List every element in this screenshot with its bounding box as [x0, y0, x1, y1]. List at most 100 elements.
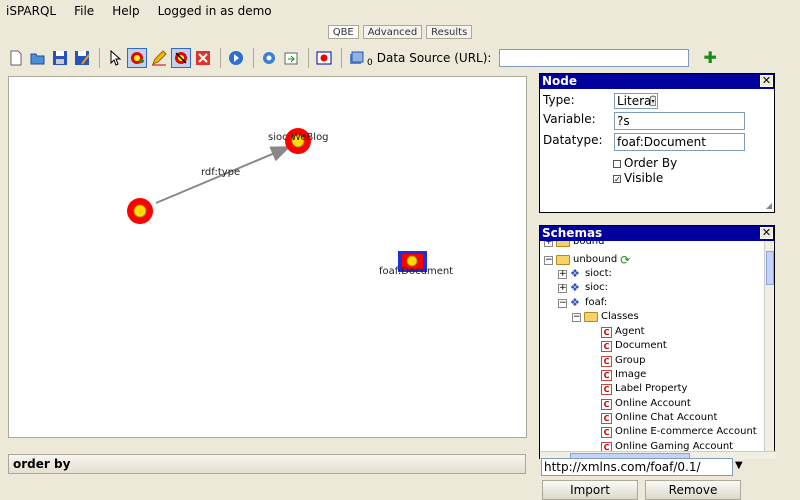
- remove-button[interactable]: Remove: [645, 480, 741, 500]
- dataset-count: 0: [367, 58, 373, 68]
- data-source-label: Data Source (URL):: [376, 51, 492, 65]
- schemas-panel-title-text: Schemas: [542, 226, 603, 240]
- expand-icon[interactable]: +: [558, 269, 567, 279]
- toolbar-separator: [341, 48, 342, 68]
- class-item[interactable]: C Label Property: [601, 382, 687, 396]
- class-label: Online Chat Account: [615, 412, 718, 423]
- visible-checkbox[interactable]: ✓: [613, 174, 621, 183]
- tree-label: foaf:: [585, 297, 608, 308]
- node-panel-title: Node ✕: [540, 74, 774, 89]
- tree-node-classes[interactable]: − Classes: [572, 310, 639, 324]
- run-icon[interactable]: [226, 48, 246, 68]
- add-node-icon[interactable]: [127, 48, 147, 68]
- class-label: Agent: [615, 326, 645, 337]
- folder-icon: [584, 312, 598, 322]
- class-item[interactable]: C Online E-commerce Account: [601, 425, 757, 439]
- expand-icon[interactable]: +: [544, 241, 553, 247]
- class-item[interactable]: C Online Account: [601, 397, 691, 411]
- delete-icon[interactable]: [193, 48, 213, 68]
- type-select[interactable]: Literal ▾: [614, 93, 658, 109]
- class-label: Document: [615, 340, 667, 351]
- tree-label: sioc:: [585, 282, 608, 293]
- class-label: Online E-commerce Account: [615, 426, 757, 437]
- class-item[interactable]: C Group: [601, 354, 645, 368]
- datatype-label: Datatype:: [543, 133, 603, 147]
- close-icon[interactable]: ✕: [760, 227, 773, 239]
- tree-label: sioct:: [585, 268, 612, 279]
- settings-icon[interactable]: [259, 48, 279, 68]
- collapse-icon[interactable]: −: [544, 255, 553, 265]
- tab-results[interactable]: Results: [426, 25, 473, 39]
- app-title: iSPARQL: [6, 4, 57, 18]
- save-icon[interactable]: [50, 48, 70, 68]
- tree-label: bound: [573, 241, 605, 247]
- chevron-down-icon[interactable]: ▼: [735, 460, 743, 471]
- order-by-checkbox[interactable]: [613, 159, 621, 168]
- visible-checkbox-row[interactable]: ✓ Visible: [613, 171, 663, 185]
- node-label: foaf:Document: [379, 266, 454, 277]
- delete-node-icon[interactable]: [171, 48, 191, 68]
- collapse-icon[interactable]: −: [558, 298, 567, 308]
- class-icon: C: [601, 426, 612, 438]
- tree-node-sioct[interactable]: + ❖ sioct:: [558, 267, 612, 281]
- class-label: Label Property: [615, 383, 688, 394]
- order-by-bar[interactable]: order by: [8, 454, 526, 474]
- class-icon: C: [601, 441, 612, 451]
- datatype-field[interactable]: foaf:Document: [614, 133, 745, 151]
- class-item[interactable]: C Document: [601, 339, 667, 353]
- class-icon: C: [601, 369, 612, 381]
- resize-grip-icon[interactable]: ◢: [766, 201, 772, 210]
- namespace-icon: ❖: [570, 281, 580, 294]
- load-icon[interactable]: [314, 48, 334, 68]
- menu-help[interactable]: Help: [112, 4, 139, 18]
- namespace-icon: ❖: [570, 267, 580, 280]
- export-icon[interactable]: [281, 48, 301, 68]
- tree-node-unbound[interactable]: − unbound ⟳: [544, 253, 630, 267]
- namespace-icon: ❖: [570, 296, 580, 309]
- node-panel: Node ✕ Type: Literal ▾ Variable: ?s Data…: [539, 73, 775, 213]
- folder-icon: [556, 255, 570, 265]
- variable-field[interactable]: ?s: [614, 112, 745, 130]
- menu-file[interactable]: File: [74, 4, 94, 18]
- class-item[interactable]: C Image: [601, 368, 646, 382]
- pointer-icon[interactable]: [105, 48, 125, 68]
- import-button[interactable]: Import: [542, 480, 638, 500]
- tree-vertical-scrollbar[interactable]: [764, 241, 774, 451]
- datasets-icon[interactable]: [347, 48, 367, 68]
- scroll-thumb[interactable]: [766, 251, 774, 285]
- expand-icon[interactable]: +: [558, 283, 567, 293]
- toolbar-separator: [99, 48, 100, 68]
- tree-node-sioc[interactable]: + ❖ sioc:: [558, 281, 608, 295]
- chevron-down-icon: ▾: [650, 96, 656, 106]
- edit-icon[interactable]: [149, 48, 169, 68]
- class-icon: C: [601, 412, 612, 424]
- class-icon: C: [601, 398, 612, 410]
- query-canvas[interactable]: rdf:type sioc:WeBlog foaf:Document: [8, 76, 527, 438]
- tab-advanced[interactable]: Advanced: [362, 25, 423, 39]
- refresh-icon[interactable]: ⟳: [620, 253, 630, 267]
- data-source-input[interactable]: [499, 49, 690, 67]
- new-icon[interactable]: [6, 48, 26, 68]
- class-label: Online Account: [615, 398, 691, 409]
- open-icon[interactable]: [28, 48, 48, 68]
- class-item[interactable]: C Online Chat Account: [601, 411, 717, 425]
- toolbar-separator: [253, 48, 254, 68]
- add-data-source-icon[interactable]: ✚: [703, 50, 716, 66]
- tree-label: unbound: [573, 254, 618, 265]
- close-icon[interactable]: ✕: [760, 75, 773, 87]
- login-status: Logged in as demo: [157, 4, 272, 18]
- folder-icon: [556, 241, 570, 247]
- node-label: sioc:WeBlog: [268, 132, 329, 143]
- schema-url-input[interactable]: http://xmlns.com/foaf/0.1/: [541, 458, 733, 476]
- class-icon: C: [601, 326, 612, 338]
- tree-node-bound[interactable]: + bound: [544, 241, 605, 249]
- tree-node-foaf[interactable]: − ❖ foaf:: [558, 296, 607, 310]
- save-as-icon[interactable]: [72, 48, 92, 68]
- graph-node-subject[interactable]: [127, 198, 153, 224]
- collapse-icon[interactable]: −: [572, 312, 581, 322]
- class-item[interactable]: C Agent: [601, 325, 645, 339]
- order-by-checkbox-row[interactable]: Order By: [613, 156, 677, 170]
- tab-qbe[interactable]: QBE: [327, 25, 359, 39]
- class-item[interactable]: C Online Gaming Account: [601, 440, 733, 451]
- class-label: Online Gaming Account: [615, 441, 734, 451]
